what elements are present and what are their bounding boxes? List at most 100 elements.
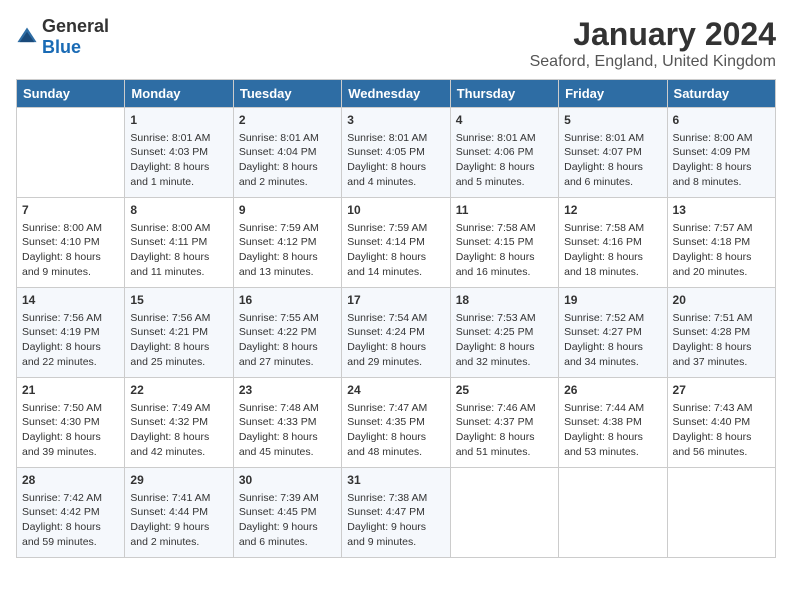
day-info-line: Sunrise: 7:51 AM: [673, 312, 753, 324]
calendar-cell: 5Sunrise: 8:01 AMSunset: 4:07 PMDaylight…: [559, 108, 667, 198]
day-info-line: Sunrise: 7:56 AM: [22, 312, 102, 324]
day-info-line: and 2 minutes.: [239, 176, 308, 188]
day-info-line: Sunrise: 7:56 AM: [130, 312, 210, 324]
calendar-cell: 18Sunrise: 7:53 AMSunset: 4:25 PMDayligh…: [450, 288, 558, 378]
day-info-line: Daylight: 8 hours: [564, 161, 643, 173]
calendar-week-5: 28Sunrise: 7:42 AMSunset: 4:42 PMDayligh…: [17, 468, 776, 558]
day-info-line: Daylight: 8 hours: [130, 341, 209, 353]
day-info-line: Daylight: 8 hours: [673, 341, 752, 353]
day-number: 21: [22, 382, 119, 399]
day-info-line: and 48 minutes.: [347, 446, 422, 458]
day-number: 18: [456, 292, 553, 309]
day-info-line: Daylight: 8 hours: [673, 431, 752, 443]
day-info-line: Sunset: 4:18 PM: [673, 236, 751, 248]
day-info-line: Daylight: 9 hours: [239, 521, 318, 533]
calendar-week-1: 1 Sunrise: 8:01 AM Sunset: 4:03 PM Daylight…: [17, 108, 776, 198]
day-info-line: Daylight: 8 hours: [22, 341, 101, 353]
day-info-line: Sunrise: 7:52 AM: [564, 312, 644, 324]
day-info-line: and 53 minutes.: [564, 446, 639, 458]
day-info-line: and 25 minutes.: [130, 356, 205, 368]
header-day-tuesday: Tuesday: [233, 80, 341, 108]
calendar-cell: 13Sunrise: 7:57 AMSunset: 4:18 PMDayligh…: [667, 198, 775, 288]
day-info-line: Sunset: 4:27 PM: [564, 326, 642, 338]
day-info-line: Daylight: 8 hours: [130, 251, 209, 263]
day-info-line: Daylight: 9 hours: [347, 521, 426, 533]
day-info-line: Sunrise: 8:00 AM: [22, 222, 102, 234]
day-info-line: Sunset: 4:05 PM: [347, 146, 425, 158]
day-info-line: and 59 minutes.: [22, 536, 97, 548]
header-day-thursday: Thursday: [450, 80, 558, 108]
calendar-cell: 16Sunrise: 7:55 AMSunset: 4:22 PMDayligh…: [233, 288, 341, 378]
day-info-line: Sunrise: 7:41 AM: [130, 492, 210, 504]
day-info-line: and 56 minutes.: [673, 446, 748, 458]
day-info-line: Sunset: 4:28 PM: [673, 326, 751, 338]
day-info-line: Daylight: 8 hours: [456, 251, 535, 263]
calendar-cell: 3Sunrise: 8:01 AMSunset: 4:05 PMDaylight…: [342, 108, 450, 198]
day-number: 25: [456, 382, 553, 399]
day-info-line: and 34 minutes.: [564, 356, 639, 368]
calendar-cell: 17Sunrise: 7:54 AMSunset: 4:24 PMDayligh…: [342, 288, 450, 378]
day-info-line: Sunset: 4:47 PM: [347, 506, 425, 518]
day-info-line: and 5 minutes.: [456, 176, 525, 188]
day-info-line: and 42 minutes.: [130, 446, 205, 458]
day-number: 24: [347, 382, 444, 399]
day-info-line: Daylight: 8 hours: [564, 251, 643, 263]
day-info-line: Sunset: 4:25 PM: [456, 326, 534, 338]
day-info-line: and 32 minutes.: [456, 356, 531, 368]
calendar-cell: 20 Sunrise: 7:51 AM Sunset: 4:28 PM Dayligh…: [667, 288, 775, 378]
day-info-line: and 39 minutes.: [22, 446, 97, 458]
day-info-line: Sunrise: 7:59 AM: [347, 222, 427, 234]
day-info-line: Sunrise: 7:53 AM: [456, 312, 536, 324]
calendar-week-4: 21Sunrise: 7:50 AMSunset: 4:30 PMDayligh…: [17, 378, 776, 468]
day-number: 13: [673, 202, 770, 219]
logo-blue: Blue: [42, 37, 81, 57]
day-number: 3: [347, 112, 444, 129]
calendar-cell: 28Sunrise: 7:42 AMSunset: 4:42 PMDayligh…: [17, 468, 125, 558]
day-info-line: Sunset: 4:07 PM: [564, 146, 642, 158]
day-number: 17: [347, 292, 444, 309]
day-info-line: Sunset: 4:24 PM: [347, 326, 425, 338]
day-info-line: Sunset: 4:22 PM: [239, 326, 317, 338]
day-info-line: Sunrise: 8:01 AM: [239, 132, 319, 144]
day-info-line: and 18 minutes.: [564, 266, 639, 278]
day-info-line: Sunset: 4:11 PM: [130, 236, 207, 248]
location-title: Seaford, England, United Kingdom: [530, 53, 776, 71]
day-number: 10: [347, 202, 444, 219]
day-info-line: Sunrise: 7:57 AM: [673, 222, 753, 234]
day-info-line: Sunset: 4:10 PM: [22, 236, 100, 248]
day-info-line: and 8 minutes.: [673, 176, 742, 188]
calendar-cell: 7Sunrise: 8:00 AMSunset: 4:10 PMDaylight…: [17, 198, 125, 288]
day-info-line: Sunset: 4:15 PM: [456, 236, 534, 248]
day-info-line: Sunrise: 8:01 AM: [456, 132, 536, 144]
day-info-line: Sunset: 4:03 PM: [130, 146, 208, 158]
day-info-line: and 2 minutes.: [130, 536, 199, 548]
header-day-wednesday: Wednesday: [342, 80, 450, 108]
day-info-line: and 20 minutes.: [673, 266, 748, 278]
day-info-line: Sunrise: 7:42 AM: [22, 492, 102, 504]
day-info-line: and 13 minutes.: [239, 266, 314, 278]
day-info-line: Sunset: 4:14 PM: [347, 236, 425, 248]
calendar-cell: 2Sunrise: 8:01 AMSunset: 4:04 PMDaylight…: [233, 108, 341, 198]
day-info-line: Sunrise: 7:58 AM: [564, 222, 644, 234]
day-info-line: Sunset: 4:21 PM: [130, 326, 208, 338]
day-info-line: Sunset: 4:04 PM: [239, 146, 317, 158]
day-number: 12: [564, 202, 661, 219]
day-info-line: Sunrise: 7:48 AM: [239, 402, 319, 414]
day-info-line: Daylight: 8 hours: [456, 161, 535, 173]
day-number: 15: [130, 292, 227, 309]
day-number: 7: [22, 202, 119, 219]
calendar-cell: 12Sunrise: 7:58 AMSunset: 4:16 PMDayligh…: [559, 198, 667, 288]
day-number: 11: [456, 202, 553, 219]
day-info-line: and 6 minutes.: [564, 176, 633, 188]
day-info-line: Sunrise: 7:49 AM: [130, 402, 210, 414]
day-info-line: Sunrise: 7:50 AM: [22, 402, 102, 414]
day-number: 1: [130, 112, 227, 129]
day-info-line: Sunrise: 8:01 AM: [564, 132, 644, 144]
day-number: 20: [673, 292, 770, 309]
day-info-line: Sunrise: 8:01 AM: [130, 132, 210, 144]
day-info-line: and 51 minutes.: [456, 446, 531, 458]
day-number: 14: [22, 292, 119, 309]
calendar-cell: 27Sunrise: 7:43 AMSunset: 4:40 PMDayligh…: [667, 378, 775, 468]
day-number: 23: [239, 382, 336, 399]
day-info-line: Sunrise: 7:58 AM: [456, 222, 536, 234]
